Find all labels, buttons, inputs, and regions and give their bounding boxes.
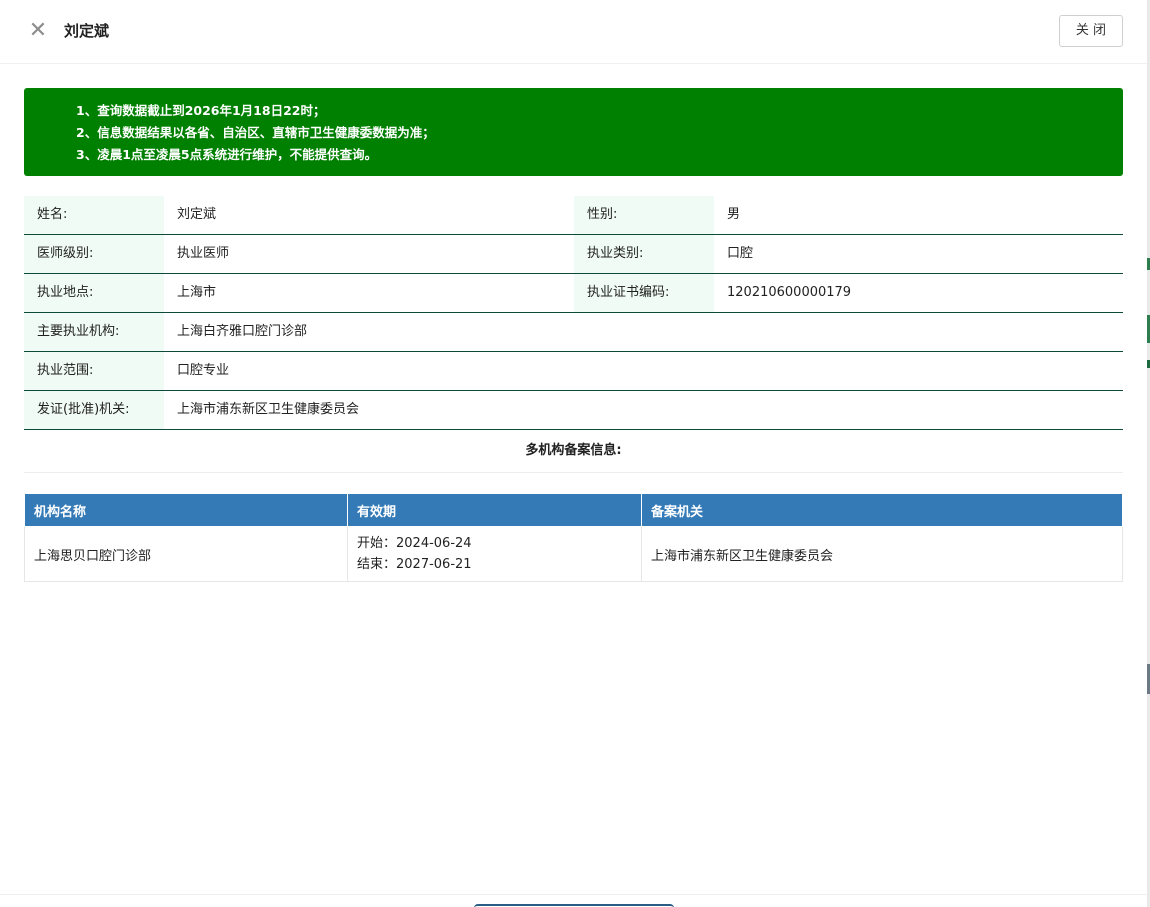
info-row: 执业地点: 上海市 执业证书编码: 120210600000179 bbox=[24, 274, 1123, 313]
info-row: 主要执业机构: 上海白齐雅口腔门诊部 bbox=[24, 313, 1123, 352]
gender-label: 性别: bbox=[574, 196, 714, 234]
notice-line-1: 1、查询数据截止到2026年1月18日22时； bbox=[76, 103, 326, 118]
multi-org-table: 机构名称 有效期 备案机关 上海思贝口腔门诊部 开始：2024-06-24 结束… bbox=[24, 493, 1123, 582]
doctor-info-table: 姓名: 刘定斌 性别: 男 医师级别: 执业医师 执业类别: 口腔 执业地点: … bbox=[24, 196, 1123, 430]
notice-banner: 1、查询数据截止到2026年1月18日22时； 2、信息数据结果以各省、自治区、… bbox=[24, 88, 1123, 176]
drawer-title: 刘定斌 bbox=[64, 22, 110, 40]
notice-line-3: 3、凌晨1点至凌晨5点系统进行维护，不能提供查询。 bbox=[76, 147, 378, 162]
doctor-detail-drawer: ✕ 刘定斌 关 闭 1、查询数据截止到2026年1月18日22时； 2、信息数据… bbox=[0, 0, 1147, 907]
gender-value: 男 bbox=[727, 207, 741, 222]
institution-label: 主要执业机构: bbox=[24, 313, 164, 351]
scope-value: 口腔专业 bbox=[177, 363, 230, 378]
validity-end: 结束：2027-06-21 bbox=[357, 557, 472, 572]
name-value: 刘定斌 bbox=[177, 207, 217, 222]
level-label: 医师级别: bbox=[24, 235, 164, 273]
close-icon[interactable]: ✕ bbox=[27, 19, 49, 43]
institution-value: 上海白齐雅口腔门诊部 bbox=[177, 324, 308, 339]
drawer-footer bbox=[0, 894, 1147, 907]
category-value: 口腔 bbox=[727, 246, 754, 261]
table-header-row: 机构名称 有效期 备案机关 bbox=[24, 493, 1123, 527]
location-label: 执业地点: bbox=[24, 274, 164, 312]
column-header-registrar: 备案机关 bbox=[641, 493, 1123, 527]
cert-label: 执业证书编码: bbox=[574, 274, 714, 312]
location-value: 上海市 bbox=[177, 285, 217, 300]
close-button[interactable]: 关 闭 bbox=[1059, 15, 1123, 47]
column-header-validity: 有效期 bbox=[347, 493, 642, 527]
name-label: 姓名: bbox=[24, 196, 164, 234]
info-row: 姓名: 刘定斌 性别: 男 bbox=[24, 196, 1123, 235]
info-row: 医师级别: 执业医师 执业类别: 口腔 bbox=[24, 235, 1123, 274]
validity-cell: 开始：2024-06-24 结束：2027-06-21 bbox=[347, 526, 642, 582]
column-header-org: 机构名称 bbox=[24, 493, 348, 527]
cert-value: 120210600000179 bbox=[727, 285, 852, 300]
org-name-cell: 上海思贝口腔门诊部 bbox=[24, 526, 348, 582]
authority-label: 发证(批准)机关: bbox=[24, 391, 164, 429]
info-row: 发证(批准)机关: 上海市浦东新区卫生健康委员会 bbox=[24, 391, 1123, 430]
scope-label: 执业范围: bbox=[24, 352, 164, 390]
table-row: 上海思贝口腔门诊部 开始：2024-06-24 结束：2027-06-21 上海… bbox=[24, 526, 1123, 582]
authority-value: 上海市浦东新区卫生健康委员会 bbox=[177, 402, 360, 417]
info-row: 执业范围: 口腔专业 bbox=[24, 352, 1123, 391]
drawer-header: ✕ 刘定斌 关 闭 bbox=[0, 0, 1147, 64]
notice-line-2: 2、信息数据结果以各省、自治区、直辖市卫生健康委数据为准； bbox=[76, 125, 435, 140]
multi-org-title: 多机构备案信息: bbox=[24, 430, 1123, 473]
registrar-cell: 上海市浦东新区卫生健康委员会 bbox=[641, 526, 1123, 582]
level-value: 执业医师 bbox=[177, 246, 230, 261]
category-label: 执业类别: bbox=[574, 235, 714, 273]
validity-start: 开始：2024-06-24 bbox=[357, 536, 472, 551]
